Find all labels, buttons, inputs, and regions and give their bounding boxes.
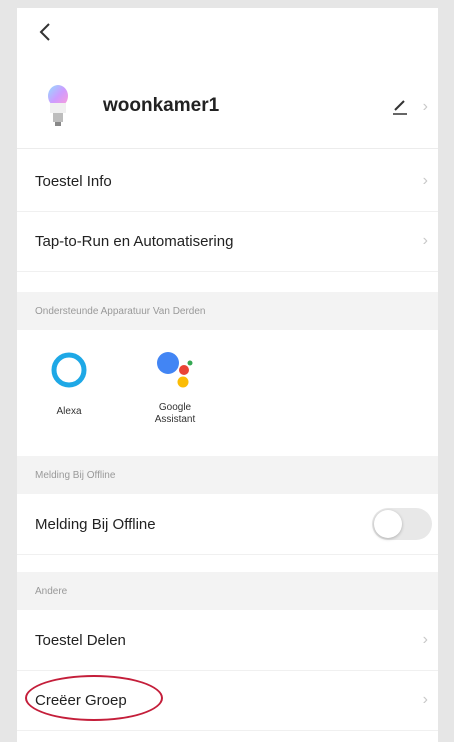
device-settings-screen: woonkamer1 › Toestel Info › Tap-to-Run e… (17, 8, 438, 742)
section-header-third-party: Ondersteunde Apparatuur Van Derden (17, 292, 438, 330)
section-header-offline: Melding Bij Offline (17, 456, 438, 494)
assistant-list: Alexa Google Assistant (17, 330, 438, 452)
section-header-other: Andere (17, 572, 438, 610)
alexa-icon (51, 352, 87, 388)
row-offline-notification: Melding Bij Offline (17, 494, 438, 555)
chevron-right-icon: › (422, 172, 428, 189)
row-label: Toestel Info (35, 172, 112, 190)
chevron-right-icon: › (422, 232, 428, 249)
chevron-left-icon (39, 23, 50, 41)
device-header-row[interactable]: woonkamer1 › (17, 68, 438, 149)
bulb-icon (48, 85, 68, 126)
chevron-right-icon: › (422, 98, 428, 115)
row-label: Toestel Delen (35, 631, 126, 649)
row-automation[interactable]: Tap-to-Run en Automatisering › (17, 211, 438, 272)
chevron-right-icon: › (422, 691, 428, 708)
toggle-knob (374, 510, 402, 538)
assistant-google[interactable]: Google Assistant (135, 348, 215, 426)
row-device-info[interactable]: Toestel Info › (17, 151, 438, 212)
google-assistant-icon (157, 352, 193, 388)
pencil-icon[interactable] (390, 97, 410, 117)
assistant-label: Alexa (56, 406, 82, 417)
back-button[interactable] (33, 20, 57, 44)
chevron-right-icon: › (422, 631, 428, 648)
row-label: Tap-to-Run en Automatisering (35, 232, 234, 250)
assistant-alexa[interactable]: Alexa (29, 348, 109, 418)
section-title: Ondersteunde Apparatuur Van Derden (35, 305, 206, 317)
assistant-label-line1: Google (158, 402, 192, 413)
offline-toggle[interactable] (372, 508, 432, 540)
row-share-device[interactable]: Toestel Delen › (17, 610, 438, 671)
section-title: Melding Bij Offline (35, 469, 116, 481)
assistant-label-line2: Assistant (154, 414, 196, 425)
highlight-circle (25, 675, 163, 721)
device-name: woonkamer1 (103, 95, 220, 116)
section-title: Andere (35, 585, 68, 597)
row-label: Melding Bij Offline (35, 515, 156, 533)
